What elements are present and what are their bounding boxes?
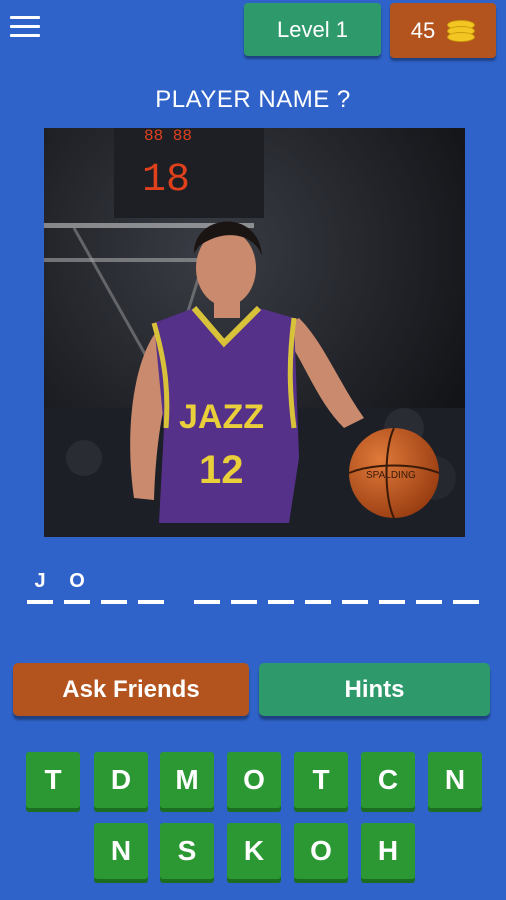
letter-key[interactable]: T <box>294 752 348 808</box>
player-photo: 88 88 18 JAZZ 12 SPALDING <box>44 128 465 537</box>
letter-key[interactable]: T <box>26 752 80 808</box>
answer-slot[interactable] <box>194 566 220 604</box>
menu-icon[interactable] <box>10 16 40 40</box>
answer-slot[interactable] <box>101 566 127 604</box>
answer-slot[interactable] <box>231 566 257 604</box>
letter-key[interactable]: C <box>361 752 415 808</box>
hints-button[interactable]: Hints <box>259 663 490 716</box>
svg-text:88 88: 88 88 <box>144 128 192 145</box>
letter-key[interactable]: M <box>160 752 214 808</box>
letter-key[interactable]: K <box>227 823 281 879</box>
svg-text:18: 18 <box>142 158 190 203</box>
level-label: Level 1 <box>277 16 348 42</box>
answer-slot[interactable] <box>453 566 479 604</box>
ask-friends-button[interactable]: Ask Friends <box>13 663 249 716</box>
answer-slot[interactable] <box>342 566 368 604</box>
letter-key[interactable]: S <box>160 823 214 879</box>
answer-slot[interactable] <box>268 566 294 604</box>
answer-slot[interactable] <box>305 566 331 604</box>
svg-text:SPALDING: SPALDING <box>366 470 416 481</box>
letter-key[interactable]: D <box>94 752 148 808</box>
svg-text:JAZZ: JAZZ <box>179 398 264 436</box>
letter-key[interactable]: H <box>361 823 415 879</box>
answer-slot[interactable] <box>138 566 164 604</box>
answer-slot[interactable]: O <box>64 566 90 604</box>
letter-key[interactable]: N <box>94 823 148 879</box>
answer-slot[interactable] <box>416 566 442 604</box>
coins-count: 45 <box>410 17 436 43</box>
answer-slots: J O <box>0 566 506 606</box>
svg-text:12: 12 <box>199 448 244 492</box>
letter-key[interactable]: N <box>428 752 482 808</box>
answer-slot[interactable] <box>379 566 405 604</box>
answer-slot[interactable]: J <box>27 566 53 604</box>
letter-key[interactable]: O <box>294 823 348 879</box>
level-badge: Level 1 <box>244 3 381 56</box>
coins-badge[interactable]: 45 <box>390 3 496 58</box>
coins-icon <box>447 19 476 42</box>
letter-key[interactable]: O <box>227 752 281 808</box>
question-title: PLAYER NAME ? <box>155 86 351 113</box>
